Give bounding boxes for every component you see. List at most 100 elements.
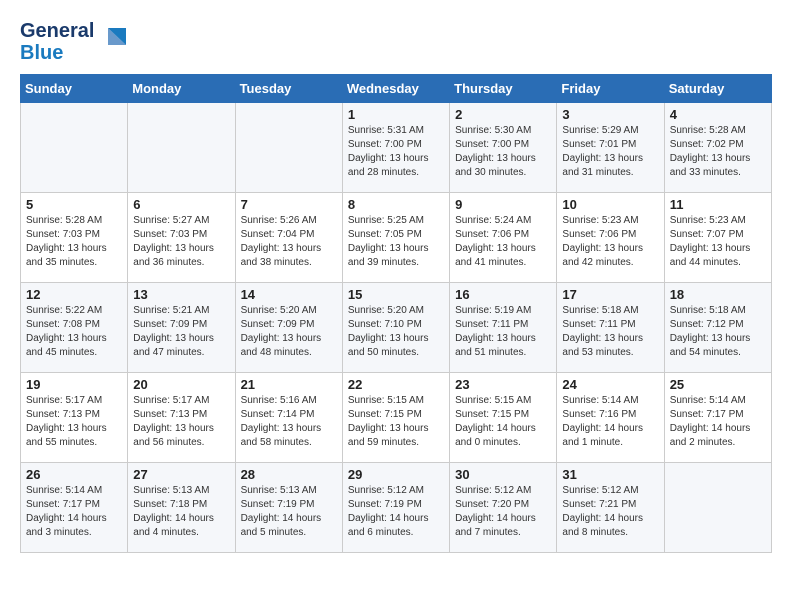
day-number: 16	[455, 287, 551, 302]
weekday-header-friday: Friday	[557, 75, 664, 103]
calendar-cell: 18 Sunrise: 5:18 AM Sunset: 7:12 PM Dayli…	[664, 283, 771, 373]
day-info: Sunrise: 5:21 AM Sunset: 7:09 PM Dayligh…	[133, 304, 229, 360]
day-number: 11	[670, 197, 766, 212]
weekday-header-thursday: Thursday	[450, 75, 557, 103]
day-info: Sunrise: 5:14 AM Sunset: 7:17 PM Dayligh…	[26, 484, 122, 540]
calendar-cell: 15 Sunrise: 5:20 AM Sunset: 7:10 PM Dayli…	[342, 283, 449, 373]
weekday-header-row: SundayMondayTuesdayWednesdayThursdayFrid…	[21, 75, 772, 103]
calendar-cell: 3 Sunrise: 5:29 AM Sunset: 7:01 PM Daylig…	[557, 103, 664, 193]
calendar-cell: 22Sunrise: 5:15 AM Sunset: 7:15 PM Dayli…	[342, 373, 449, 463]
calendar-cell: 28 Sunrise: 5:13 AM Sunset: 7:19 PM Dayli…	[235, 463, 342, 553]
day-number: 3	[562, 107, 658, 122]
weekday-header-wednesday: Wednesday	[342, 75, 449, 103]
calendar-week-row: 26 Sunrise: 5:14 AM Sunset: 7:17 PM Dayli…	[21, 463, 772, 553]
day-info: Sunrise: 5:27 AM Sunset: 7:03 PM Dayligh…	[133, 214, 229, 270]
day-info: Sunrise: 5:25 AM Sunset: 7:05 PM Dayligh…	[348, 214, 444, 270]
calendar-cell: 31 Sunrise: 5:12 AM Sunset: 7:21 PM Dayli…	[557, 463, 664, 553]
day-info: Sunrise: 5:16 AM Sunset: 7:14 PM Dayligh…	[241, 394, 337, 450]
calendar-cell: 21 Sunrise: 5:16 AM Sunset: 7:14 PM Dayli…	[235, 373, 342, 463]
day-info: Sunrise: 5:18 AM Sunset: 7:12 PM Dayligh…	[670, 304, 766, 360]
day-number: 1	[348, 107, 444, 122]
calendar-cell: 24 Sunrise: 5:14 AM Sunset: 7:16 PM Dayli…	[557, 373, 664, 463]
calendar-cell: 2 Sunrise: 5:30 AM Sunset: 7:00 PM Daylig…	[450, 103, 557, 193]
day-info: Sunrise: 5:17 AM Sunset: 7:13 PM Dayligh…	[133, 394, 229, 450]
calendar-cell	[664, 463, 771, 553]
calendar-cell	[128, 103, 235, 193]
calendar-cell	[21, 103, 128, 193]
day-number: 17	[562, 287, 658, 302]
logo: General Blue	[20, 20, 128, 64]
calendar-cell: 29 Sunrise: 5:12 AM Sunset: 7:19 PM Dayli…	[342, 463, 449, 553]
day-info: Sunrise: 5:20 AM Sunset: 7:09 PM Dayligh…	[241, 304, 337, 360]
day-info: Sunrise: 5:13 AM Sunset: 7:19 PM Dayligh…	[241, 484, 337, 540]
day-number: 10	[562, 197, 658, 212]
weekday-header-sunday: Sunday	[21, 75, 128, 103]
day-number: 12	[26, 287, 122, 302]
day-number: 4	[670, 107, 766, 122]
day-info: Sunrise: 5:13 AM Sunset: 7:18 PM Dayligh…	[133, 484, 229, 540]
calendar-cell: 25 Sunrise: 5:14 AM Sunset: 7:17 PM Dayli…	[664, 373, 771, 463]
calendar-cell: 7 Sunrise: 5:26 AM Sunset: 7:04 PM Daylig…	[235, 193, 342, 283]
day-info: Sunrise: 5:14 AM Sunset: 7:16 PM Dayligh…	[562, 394, 658, 450]
day-number: 29	[348, 467, 444, 482]
logo-icon	[98, 23, 128, 53]
day-info: Sunrise: 5:19 AM Sunset: 7:11 PM Dayligh…	[455, 304, 551, 360]
day-info: Sunrise: 5:12 AM Sunset: 7:21 PM Dayligh…	[562, 484, 658, 540]
day-info: Sunrise: 5:20 AM Sunset: 7:10 PM Dayligh…	[348, 304, 444, 360]
calendar-cell: 12 Sunrise: 5:22 AM Sunset: 7:08 PM Dayli…	[21, 283, 128, 373]
day-info: Sunrise: 5:23 AM Sunset: 7:06 PM Dayligh…	[562, 214, 658, 270]
calendar-cell: 6Sunrise: 5:27 AM Sunset: 7:03 PM Daylig…	[128, 193, 235, 283]
day-number: 26	[26, 467, 122, 482]
day-number: 18	[670, 287, 766, 302]
day-number: 19	[26, 377, 122, 392]
day-info: Sunrise: 5:28 AM Sunset: 7:02 PM Dayligh…	[670, 124, 766, 180]
day-info: Sunrise: 5:31 AM Sunset: 7:00 PM Dayligh…	[348, 124, 444, 180]
calendar-cell: 14 Sunrise: 5:20 AM Sunset: 7:09 PM Dayli…	[235, 283, 342, 373]
calendar-cell: 26 Sunrise: 5:14 AM Sunset: 7:17 PM Dayli…	[21, 463, 128, 553]
calendar-cell: 4 Sunrise: 5:28 AM Sunset: 7:02 PM Daylig…	[664, 103, 771, 193]
calendar-cell: 16 Sunrise: 5:19 AM Sunset: 7:11 PM Dayli…	[450, 283, 557, 373]
day-info: Sunrise: 5:22 AM Sunset: 7:08 PM Dayligh…	[26, 304, 122, 360]
day-number: 28	[241, 467, 337, 482]
logo-blue: Blue	[20, 42, 63, 64]
calendar-cell: 13 Sunrise: 5:21 AM Sunset: 7:09 PM Dayli…	[128, 283, 235, 373]
day-info: Sunrise: 5:15 AM Sunset: 7:15 PM Dayligh…	[348, 394, 444, 450]
weekday-header-tuesday: Tuesday	[235, 75, 342, 103]
calendar-cell: 10 Sunrise: 5:23 AM Sunset: 7:06 PM Dayli…	[557, 193, 664, 283]
calendar-cell: 17 Sunrise: 5:18 AM Sunset: 7:11 PM Dayli…	[557, 283, 664, 373]
calendar-table: SundayMondayTuesdayWednesdayThursdayFrid…	[20, 74, 772, 553]
day-number: 30	[455, 467, 551, 482]
day-number: 27	[133, 467, 229, 482]
calendar-cell: 23Sunrise: 5:15 AM Sunset: 7:15 PM Dayli…	[450, 373, 557, 463]
day-number: 21	[241, 377, 337, 392]
day-number: 8	[348, 197, 444, 212]
day-info: Sunrise: 5:26 AM Sunset: 7:04 PM Dayligh…	[241, 214, 337, 270]
day-info: Sunrise: 5:28 AM Sunset: 7:03 PM Dayligh…	[26, 214, 122, 270]
day-number: 2	[455, 107, 551, 122]
calendar-week-row: 19 Sunrise: 5:17 AM Sunset: 7:13 PM Dayli…	[21, 373, 772, 463]
day-number: 14	[241, 287, 337, 302]
calendar-cell: 8 Sunrise: 5:25 AM Sunset: 7:05 PM Daylig…	[342, 193, 449, 283]
calendar-cell: 11 Sunrise: 5:23 AM Sunset: 7:07 PM Dayli…	[664, 193, 771, 283]
day-info: Sunrise: 5:30 AM Sunset: 7:00 PM Dayligh…	[455, 124, 551, 180]
day-info: Sunrise: 5:14 AM Sunset: 7:17 PM Dayligh…	[670, 394, 766, 450]
day-number: 15	[348, 287, 444, 302]
calendar-cell: 5 Sunrise: 5:28 AM Sunset: 7:03 PM Daylig…	[21, 193, 128, 283]
day-number: 25	[670, 377, 766, 392]
day-info: Sunrise: 5:24 AM Sunset: 7:06 PM Dayligh…	[455, 214, 551, 270]
day-info: Sunrise: 5:29 AM Sunset: 7:01 PM Dayligh…	[562, 124, 658, 180]
day-info: Sunrise: 5:23 AM Sunset: 7:07 PM Dayligh…	[670, 214, 766, 270]
page-header: General Blue	[20, 20, 772, 64]
day-number: 13	[133, 287, 229, 302]
calendar-week-row: 12 Sunrise: 5:22 AM Sunset: 7:08 PM Dayli…	[21, 283, 772, 373]
day-number: 24	[562, 377, 658, 392]
day-number: 31	[562, 467, 658, 482]
day-info: Sunrise: 5:15 AM Sunset: 7:15 PM Dayligh…	[455, 394, 551, 450]
day-info: Sunrise: 5:18 AM Sunset: 7:11 PM Dayligh…	[562, 304, 658, 360]
day-info: Sunrise: 5:12 AM Sunset: 7:19 PM Dayligh…	[348, 484, 444, 540]
calendar-cell: 19Sunrise: 5:17 AM Sunset: 7:13 PM Dayli…	[21, 373, 128, 463]
day-number: 7	[241, 197, 337, 212]
calendar-week-row: 1 Sunrise: 5:31 AM Sunset: 7:00 PM Daylig…	[21, 103, 772, 193]
calendar-cell: 9Sunrise: 5:24 AM Sunset: 7:06 PM Daylig…	[450, 193, 557, 283]
day-number: 5	[26, 197, 122, 212]
